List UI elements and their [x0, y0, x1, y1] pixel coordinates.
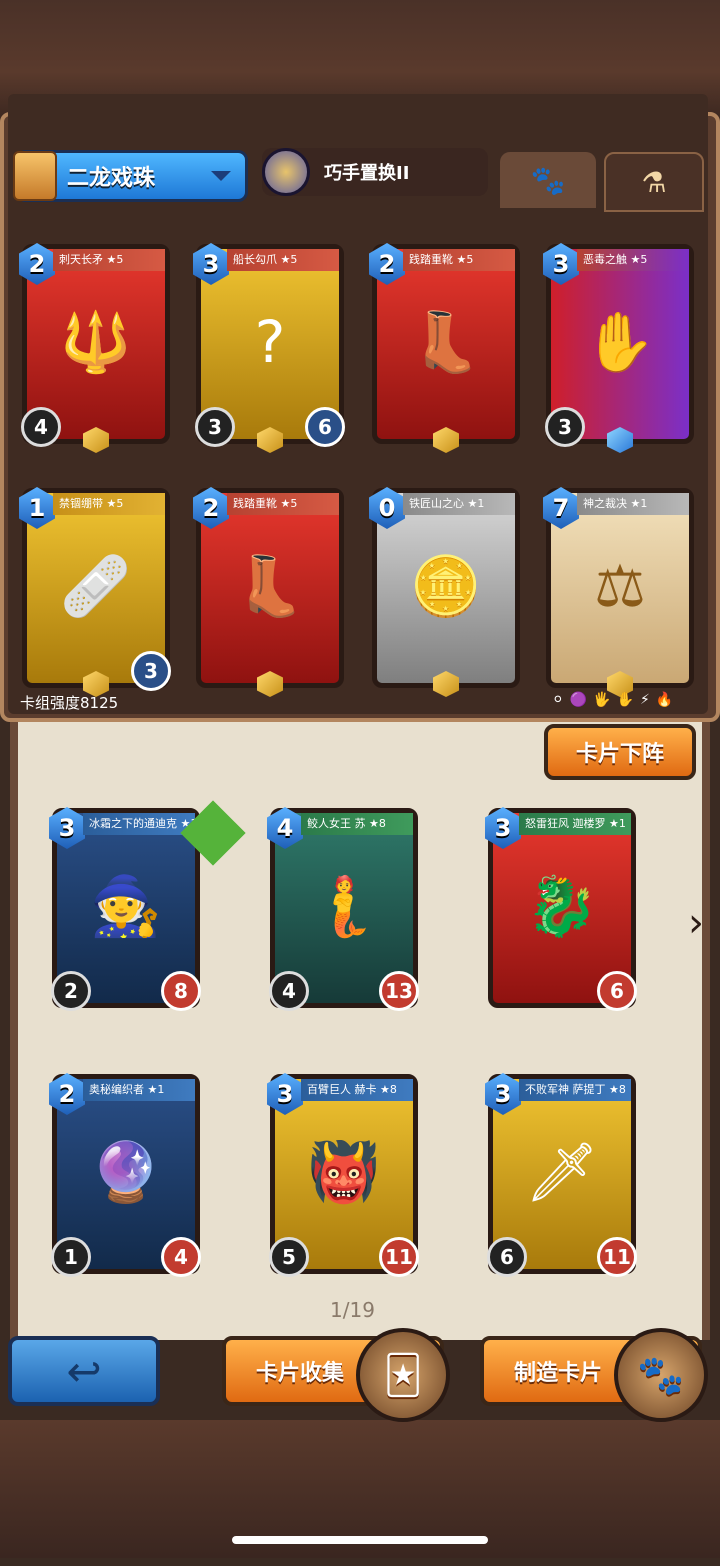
deck-name: 二龙戏珠	[67, 166, 156, 191]
card-art: 🗡	[525, 1137, 599, 1206]
card-health: 11	[597, 1237, 637, 1277]
card-art: 🪙	[409, 551, 483, 620]
remove-card-button[interactable]: 卡片下阵	[544, 724, 696, 780]
card-title: 不败军神 萨提丁 ★8	[519, 1079, 631, 1101]
card-title: 践踏重靴 ★5	[403, 249, 515, 271]
deck-card-3[interactable]: 2 践踏重靴 ★5 👢	[369, 243, 520, 453]
shadow-element-icon: 🖐	[593, 692, 611, 708]
card-title: 怒雷狂风 迦楼罗 ★1	[519, 813, 631, 835]
card-art: 🔮	[89, 1137, 163, 1206]
deck-card-7[interactable]: 0 铁匠山之心 ★1 🪙	[369, 487, 520, 697]
craft-card-label: 制造卡片	[514, 1361, 603, 1386]
deck-card-1[interactable]: 2 刺天长矛 ★5 🔱 4	[19, 243, 170, 453]
flask-icon: ⚗	[641, 165, 667, 199]
paw-icon: 🐾	[530, 163, 566, 197]
earth-element-icon: ✋	[616, 692, 635, 708]
card-armor: 3	[131, 651, 171, 691]
craft-card-button[interactable]: 制造卡片 🐾	[480, 1328, 708, 1422]
fire-element-icon: 🔥	[655, 692, 674, 708]
card-title: 奥秘编织者 ★1	[83, 1079, 195, 1101]
card-health: 8	[161, 971, 201, 1011]
deck-card-6[interactable]: 2 践踏重靴 ★5 👢	[193, 487, 344, 697]
card-attack: 4	[21, 407, 61, 447]
lightning-element-icon: ⚡	[640, 692, 650, 708]
card-attack: 1	[51, 1237, 91, 1277]
neutral-element-icon: ⚪	[552, 692, 564, 708]
card-health: 13	[379, 971, 419, 1011]
card-art: ✋	[583, 307, 657, 376]
card-attack: 4	[269, 971, 309, 1011]
deck-card-5[interactable]: 1 禁锢绷带 ★5 🩹 3	[19, 487, 171, 697]
card-art: 🐉	[525, 871, 599, 940]
card-title: 刺天长矛 ★5	[53, 249, 165, 271]
collection-card-3[interactable]: 3 怒雷狂风 迦楼罗 ★1 🐉 6	[485, 807, 637, 1011]
card-title: 冰霜之下的通迪克 ★1	[83, 813, 195, 835]
card-art: 👹	[307, 1137, 381, 1206]
card-art: 👢	[409, 307, 483, 376]
card-health: 6	[597, 971, 637, 1011]
home-indicator[interactable]	[232, 1536, 488, 1544]
card-attack: 6	[487, 1237, 527, 1277]
card-art: 🩹	[59, 551, 133, 620]
deck-power-label: 卡组强度8125	[20, 694, 119, 712]
collection-card-5[interactable]: 3 百臂巨人 赫卡 ★8 👹 5 11	[267, 1073, 419, 1277]
card-attack: 5	[269, 1237, 309, 1277]
card-art: ?	[254, 308, 286, 376]
deck-card-2[interactable]: 3 船长勾爪 ★5 ? 3 6	[193, 243, 345, 453]
page-indicator: 1/19	[330, 1298, 375, 1322]
card-art: 🔱	[59, 307, 133, 376]
card-title: 禁锢绷带 ★5	[53, 493, 165, 515]
card-art: 🧙	[89, 871, 163, 940]
card-title: 鲛人女王 苏 ★8	[301, 813, 413, 835]
card-attack: 2	[51, 971, 91, 1011]
card-health: 11	[379, 1237, 419, 1277]
deck-selector-dropdown[interactable]: 二龙戏珠	[13, 150, 248, 202]
card-collection-button[interactable]: 卡片收集 🃏	[222, 1328, 450, 1422]
card-title: 百臂巨人 赫卡 ★8	[301, 1079, 413, 1101]
chevron-down-icon	[211, 171, 231, 181]
tab-potion[interactable]: ⚗	[604, 152, 704, 212]
back-button[interactable]: ↩	[8, 1336, 160, 1406]
card-title: 船长勾爪 ★5	[227, 249, 339, 271]
back-arrow-icon: ↩	[66, 1346, 102, 1396]
card-art: 👢	[233, 551, 307, 620]
card-art: 🧜	[307, 871, 381, 940]
collection-card-4[interactable]: 2 奥秘编织者 ★1 🔮 1 4	[49, 1073, 201, 1277]
card-title: 恶毒之触 ★5	[577, 249, 689, 271]
element-icons: ⚪ 🟣 🖐 ✋ ⚡ 🔥	[552, 692, 673, 708]
next-page-arrow-icon[interactable]: ›	[688, 900, 704, 946]
collection-card-1[interactable]: 3 冰霜之下的通迪克 ★1 🧙 2 8	[49, 807, 201, 1011]
card-title: 神之裁决 ★1	[577, 493, 689, 515]
tab-pet[interactable]: 🐾	[500, 152, 596, 208]
collection-card-6[interactable]: 3 不败军神 萨提丁 ★8 🗡 6 11	[485, 1073, 637, 1277]
collection-card-2[interactable]: 4 鲛人女王 苏 ★8 🧜 4 13	[267, 807, 419, 1011]
card-attack: 3	[195, 407, 235, 447]
hero-portrait	[262, 148, 310, 196]
card-attack: 3	[545, 407, 585, 447]
deck-book-icon	[13, 151, 57, 201]
card-pack-icon: 🃏	[356, 1328, 450, 1422]
deck-card-4[interactable]: 3 恶毒之触 ★5 ✋ 3	[543, 243, 694, 453]
card-health: 4	[161, 1237, 201, 1277]
card-title: 践踏重靴 ★5	[227, 493, 339, 515]
card-title: 铁匠山之心 ★1	[403, 493, 515, 515]
hero-skill-name: 巧手置换II	[324, 163, 410, 184]
arcane-element-icon: 🟣	[569, 692, 588, 708]
paw-potion-icon: 🐾	[614, 1328, 708, 1422]
card-armor: 6	[305, 407, 345, 447]
card-collection-label: 卡片收集	[256, 1361, 345, 1386]
deck-card-8[interactable]: 7 神之裁决 ★1 ⚖	[543, 487, 694, 697]
hero-skill-selector[interactable]: 巧手置换II	[262, 148, 488, 196]
card-art: ⚖	[594, 552, 646, 620]
